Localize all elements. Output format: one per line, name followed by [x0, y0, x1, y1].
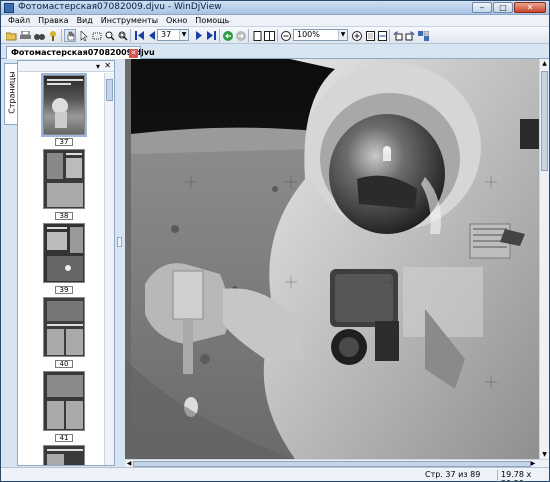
menu-tools[interactable]: Инструменты: [97, 15, 162, 26]
rectangle-select-icon[interactable]: [91, 29, 103, 42]
page-number-label: 40: [55, 360, 73, 368]
pin-icon[interactable]: ▾: [96, 62, 100, 71]
tab-document[interactable]: Фотомастерская07082009.djvu ✕: [6, 46, 155, 59]
document-view[interactable]: [125, 59, 539, 459]
page-number-label: 39: [55, 286, 73, 294]
status-bar: Стр. 37 из 89 19.78 x 29.59 см: [1, 467, 549, 481]
back-icon[interactable]: [222, 29, 234, 42]
menu-view[interactable]: Вид: [73, 15, 97, 26]
minimize-button[interactable]: ‒: [472, 2, 492, 13]
scroll-left-icon[interactable]: ◀: [125, 460, 133, 467]
next-page-icon[interactable]: [193, 29, 205, 42]
zoom-rect-icon[interactable]: [117, 29, 129, 42]
scroll-right-icon[interactable]: ▶: [529, 460, 537, 467]
page-number-select[interactable]: 37 ▼: [157, 29, 189, 41]
scrollbar-thumb[interactable]: [541, 71, 548, 171]
tab-pages[interactable]: Страницы: [4, 63, 17, 125]
app-icon: [4, 3, 14, 13]
tab-pages-label: Страницы: [7, 71, 17, 114]
binoculars-icon[interactable]: [33, 29, 45, 42]
maximize-button[interactable]: □: [493, 2, 513, 13]
thumbnail-page[interactable]: [43, 371, 85, 431]
page-image: [125, 59, 539, 459]
thumbnail-list: 37 38 39 40 41: [18, 73, 104, 465]
thumbnail-page[interactable]: [43, 149, 85, 209]
status-page-info: Стр. 37 из 89: [425, 470, 481, 479]
scroll-up-icon[interactable]: ▲: [540, 59, 549, 68]
display-mode-icon[interactable]: [417, 29, 429, 42]
zoom-tool-icon[interactable]: [104, 29, 116, 42]
thumbnail-page[interactable]: [43, 297, 85, 357]
rotate-left-icon[interactable]: [392, 29, 404, 42]
close-icon[interactable]: ✕: [129, 49, 138, 58]
select-tool-icon[interactable]: [78, 29, 90, 42]
thumbnails-panel: ▾ ✕ 37 38 39 40 41: [17, 60, 115, 466]
print-icon[interactable]: [19, 29, 31, 42]
close-window-button[interactable]: ✕: [514, 2, 546, 13]
forward-icon[interactable]: [235, 29, 247, 42]
thumbnail-page[interactable]: [41, 73, 87, 137]
zoom-select[interactable]: 100% ▼: [293, 29, 348, 41]
first-page-icon[interactable]: [133, 29, 145, 42]
scrollbar-thumb[interactable]: [106, 79, 113, 101]
close-icon[interactable]: ✕: [104, 61, 111, 70]
hand-tool-icon[interactable]: [64, 29, 76, 42]
prev-page-icon[interactable]: [145, 29, 157, 42]
menu-bar: Файл Правка Вид Инструменты Окно Помощь: [1, 15, 549, 27]
scroll-down-icon[interactable]: ▼: [540, 450, 549, 459]
zoom-value: 100%: [297, 30, 320, 39]
chevron-down-icon[interactable]: ▼: [179, 30, 188, 40]
fit-width-icon[interactable]: [376, 29, 388, 42]
document-tabs: Фотомастерская07082009.djvu ✕: [1, 44, 549, 59]
fit-page-icon[interactable]: [364, 29, 376, 42]
zoom-out-icon[interactable]: [280, 29, 292, 42]
menu-window[interactable]: Окно: [162, 15, 191, 26]
page-number-label: 41: [55, 434, 73, 442]
info-icon[interactable]: [47, 29, 59, 42]
two-page-icon[interactable]: [263, 29, 275, 42]
panel-splitter[interactable]: [115, 59, 125, 466]
vertical-scrollbar[interactable]: ▲ ▼: [539, 59, 549, 459]
page-number-label: 37: [55, 138, 73, 146]
zoom-in-icon[interactable]: [351, 29, 363, 42]
menu-file[interactable]: Файл: [4, 15, 34, 26]
rotate-right-icon[interactable]: [404, 29, 416, 42]
panel-header: ▾ ✕: [18, 61, 114, 72]
open-icon[interactable]: [5, 29, 17, 42]
horizontal-scrollbar[interactable]: ◀ ▶: [125, 459, 549, 467]
page-number-value: 37: [161, 30, 172, 39]
last-page-icon[interactable]: [205, 29, 217, 42]
status-page-size: 19.78 x 29.59 см: [501, 470, 537, 481]
main-window: Фотомастерская07082009.djvu - WinDjView …: [0, 0, 550, 482]
page-number-label: 38: [55, 212, 73, 220]
window-title: Фотомастерская07082009.djvu - WinDjView: [18, 2, 222, 12]
chevron-down-icon[interactable]: ▼: [338, 30, 347, 40]
toolbar: 37 ▼ 100% ▼: [1, 27, 549, 44]
splitter-grip[interactable]: [117, 237, 122, 247]
thumbnail-scrollbar[interactable]: [104, 73, 114, 465]
single-page-icon[interactable]: [251, 29, 263, 42]
title-bar: Фотомастерская07082009.djvu - WinDjView …: [1, 1, 549, 15]
thumbnail-page[interactable]: [43, 445, 85, 465]
menu-help[interactable]: Помощь: [191, 15, 233, 26]
thumbnail-page[interactable]: [43, 223, 85, 283]
menu-edit[interactable]: Правка: [34, 15, 72, 26]
